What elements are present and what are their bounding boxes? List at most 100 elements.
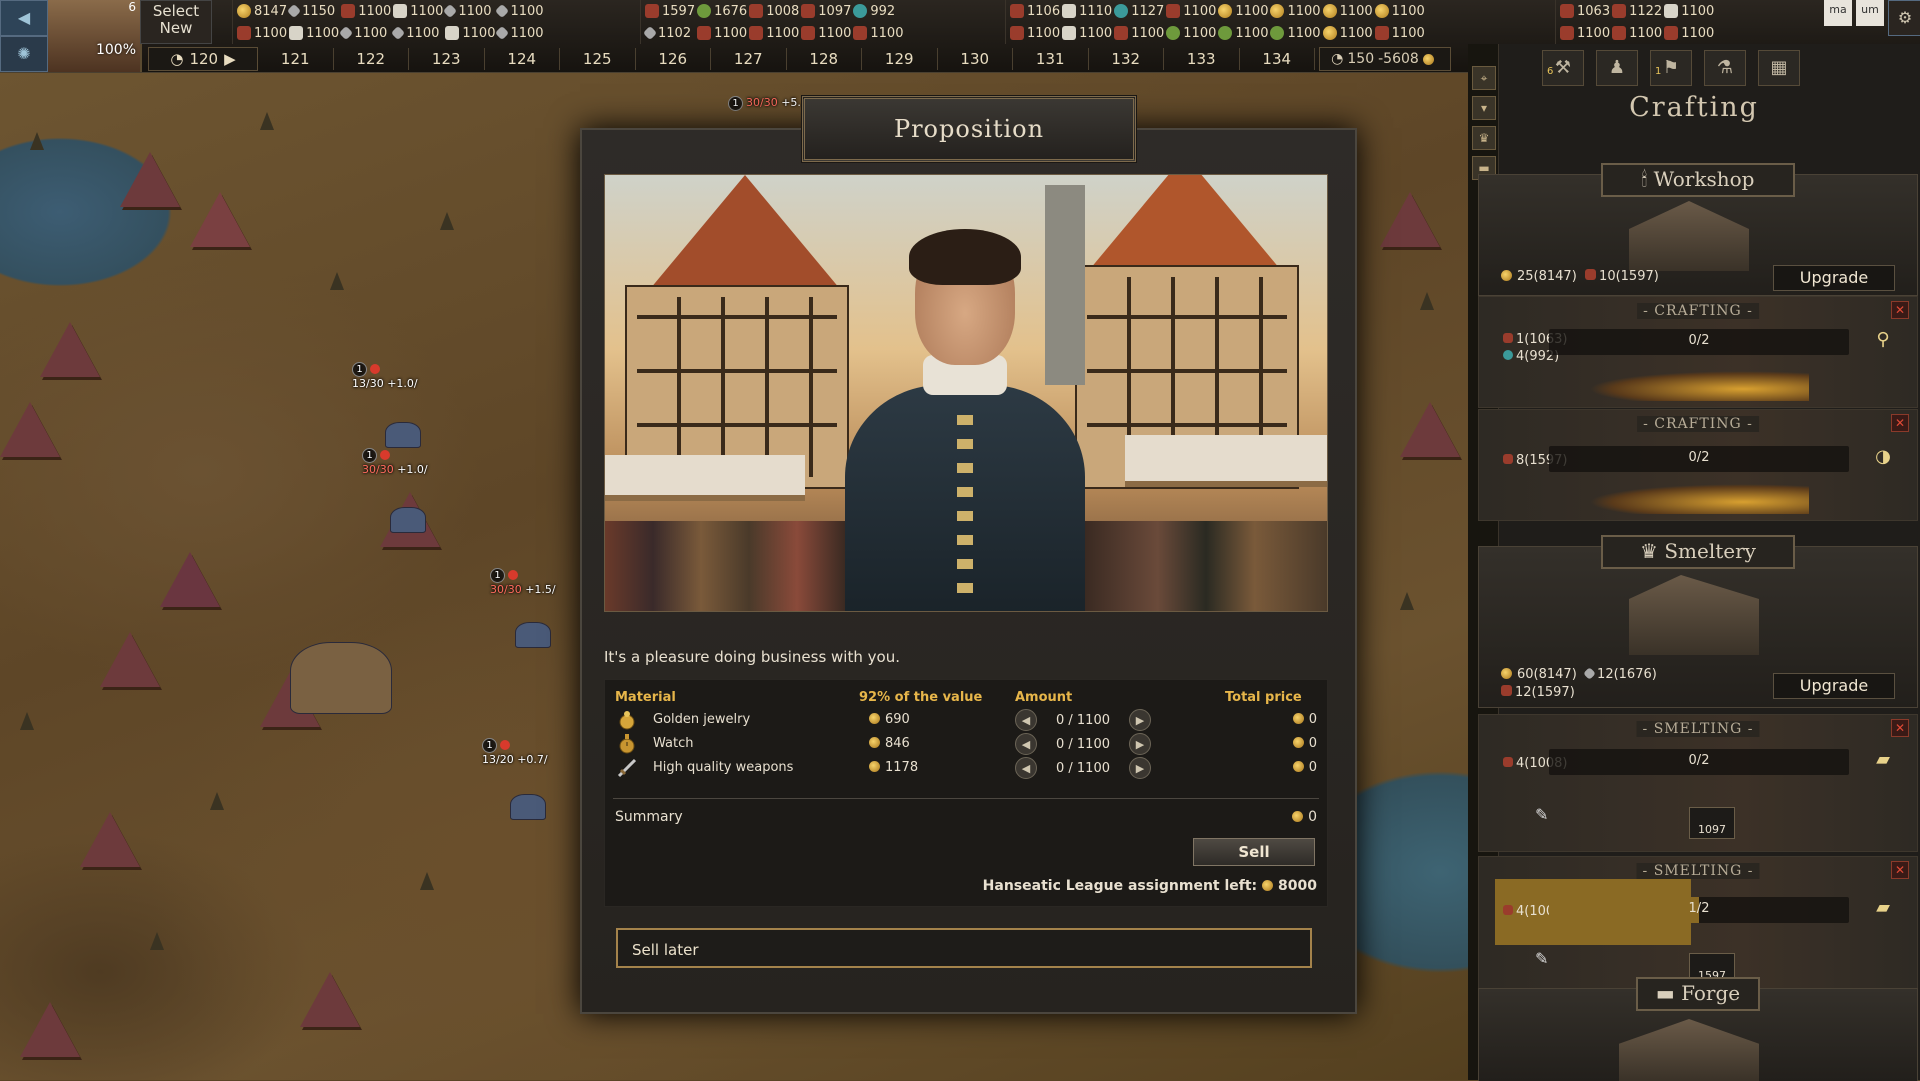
resource-counter[interactable]: 1127 [1114,0,1164,22]
increase-button[interactable]: ▶ [1129,757,1151,779]
sell-button[interactable]: Sell [1193,838,1315,866]
alchemy-tab-icon[interactable]: ⚗ [1704,50,1746,86]
turn-slot[interactable]: 128 [787,48,862,70]
route-icon[interactable]: ⌖ [1472,66,1496,90]
decrease-button[interactable]: ◀ [1015,757,1037,779]
population-tab-icon[interactable]: ♟ [1596,50,1638,86]
increase-button[interactable]: ▶ [1129,709,1151,731]
resource-counter[interactable]: 1100 [1166,22,1216,44]
resource-counter[interactable]: 1100 [391,22,443,44]
close-icon[interactable]: ✕ [1891,414,1909,432]
resource-counter[interactable]: 1100 [1664,22,1714,44]
sell-later-button[interactable]: Sell later [616,928,1312,968]
back-arrow-icon[interactable]: ◀ [0,0,48,36]
resource-counter[interactable]: 1100 [1322,22,1373,44]
resource-counter[interactable]: 1100 [1270,0,1321,22]
settlement-icon[interactable] [385,422,421,448]
resource-counter[interactable]: 1100 [1114,22,1164,44]
resource-counter[interactable]: 1100 [393,0,443,22]
turn-slot[interactable]: 132 [1089,48,1164,70]
crafting-job[interactable]: - CRAFTING - ✕ 1(1063) 4(992) 0/2 ⚲ [1478,296,1918,408]
resource-counter[interactable]: 1597 [645,0,695,22]
turn-slot[interactable]: 124 [485,48,560,70]
quantity-selector[interactable]: 1097 [1689,807,1735,839]
resource-counter[interactable]: 1100 [339,22,391,44]
turn-slot[interactable]: 134 [1240,48,1315,70]
current-turn[interactable]: ◔ 120 ▶ [148,47,258,71]
resource-counter[interactable]: 1100 [1322,0,1373,22]
amount-stepper[interactable]: ◀ 0 / 1100 ▶ [1015,733,1151,755]
resource-counter[interactable]: 8147 [237,0,287,22]
resource-counter[interactable]: 1100 [495,0,544,22]
resource-counter[interactable]: 1100 [1218,22,1268,44]
turn-slot[interactable]: 126 [636,48,711,70]
resource-counter[interactable]: 1676 [697,0,747,22]
settlement-icon[interactable] [515,622,551,648]
workshop-upgrade-button[interactable]: Upgrade [1773,265,1895,291]
select-new-button[interactable]: Select New [140,0,212,44]
turn-slot[interactable]: 129 [862,48,938,70]
turn-slot[interactable]: 130 [938,48,1013,70]
amount-stepper[interactable]: ◀ 0 / 1100 ▶ [1015,757,1151,779]
resource-counter[interactable]: 992 [853,0,903,22]
close-icon[interactable]: ✕ [1891,719,1909,737]
smeltery-upgrade-button[interactable]: Upgrade [1773,673,1895,699]
turn-slot[interactable]: 122 [334,48,409,70]
resource-counter[interactable]: 1100 [1062,22,1112,44]
close-icon[interactable]: ✕ [1891,301,1909,319]
language-button[interactable]: um [1856,0,1884,26]
resource-counter[interactable]: 1100 [1374,0,1425,22]
turn-slot[interactable]: 121 [258,48,334,70]
resource-counter[interactable]: 1100 [1270,22,1321,44]
resource-counter[interactable]: 1097 [801,0,851,22]
map-tab-icon[interactable]: ▦ [1758,50,1800,86]
play-icon[interactable]: ▶ [224,50,236,68]
settlement-marker[interactable]: 1 13/20 +0.7/ [482,738,548,766]
settings-gear-icon[interactable]: ✺ [0,36,48,72]
resource-counter[interactable]: 1063 [1560,0,1610,22]
resource-counter[interactable]: 1100 [749,22,799,44]
settlement-marker[interactable]: 1 30/30 +5. [728,96,801,111]
smelting-job[interactable]: - SMELTING - ✕ 4(1008) 1/2 ▰ ✎ 1597 [1478,856,1918,994]
resource-counter[interactable]: 1100 [289,22,339,44]
resource-counter[interactable]: 1100 [1612,22,1662,44]
resource-counter[interactable]: 1100 [237,22,287,44]
close-icon[interactable]: ✕ [1891,861,1909,879]
resource-counter[interactable]: 1008 [749,0,799,22]
resource-counter[interactable]: 1100 [697,22,747,44]
resource-counter[interactable]: 1100 [495,22,544,44]
resource-counter[interactable]: 1102 [642,22,695,44]
resource-counter[interactable]: 1100 [801,22,851,44]
resource-counter[interactable]: 1150 [287,0,339,22]
settlement-icon[interactable] [510,794,546,820]
resource-counter[interactable]: 1100 [1010,22,1060,44]
resource-counter[interactable]: 1100 [445,22,495,44]
trophy-icon[interactable]: ♛ [1472,126,1496,150]
resource-counter[interactable]: 1100 [1664,0,1714,22]
end-turn-indicator[interactable]: ◔ 150 -5608 [1319,47,1451,71]
gear-icon[interactable]: ⚙ [1888,0,1920,36]
flag-tab-icon[interactable]: ⚑ 1 [1650,50,1692,86]
resource-counter[interactable]: 1100 [341,0,391,22]
resource-counter[interactable]: 1100 [1374,22,1425,44]
resource-counter[interactable]: 1100 [1166,0,1216,22]
settlement-marker[interactable]: 1 13/30 +1.0/ [352,362,418,390]
crafting-job[interactable]: - CRAFTING - ✕ 8(1597) 0/2 ◑ [1478,409,1918,521]
increase-button[interactable]: ▶ [1129,733,1151,755]
resource-counter[interactable]: 1122 [1612,0,1662,22]
resource-counter[interactable]: 1100 [443,0,495,22]
turn-slot[interactable]: 125 [560,48,636,70]
language-button[interactable]: ma [1824,0,1852,26]
smelting-job[interactable]: - SMELTING - ✕ 4(1008) 0/2 ▰ ✎ 1097 [1478,714,1918,852]
player-portrait[interactable]: 6 100% [48,0,142,72]
town[interactable] [290,642,392,714]
resource-counter[interactable]: 1100 [1218,0,1268,22]
decrease-button[interactable]: ◀ [1015,733,1037,755]
turn-slot[interactable]: 127 [711,48,787,70]
settlement-marker[interactable]: 1 30/30 +1.5/ [490,568,556,596]
resource-counter[interactable]: 1106 [1010,0,1060,22]
resource-counter[interactable]: 1100 [1560,22,1610,44]
turn-slot[interactable]: 123 [409,48,485,70]
decrease-button[interactable]: ◀ [1015,709,1037,731]
settlement-icon[interactable] [390,507,426,533]
